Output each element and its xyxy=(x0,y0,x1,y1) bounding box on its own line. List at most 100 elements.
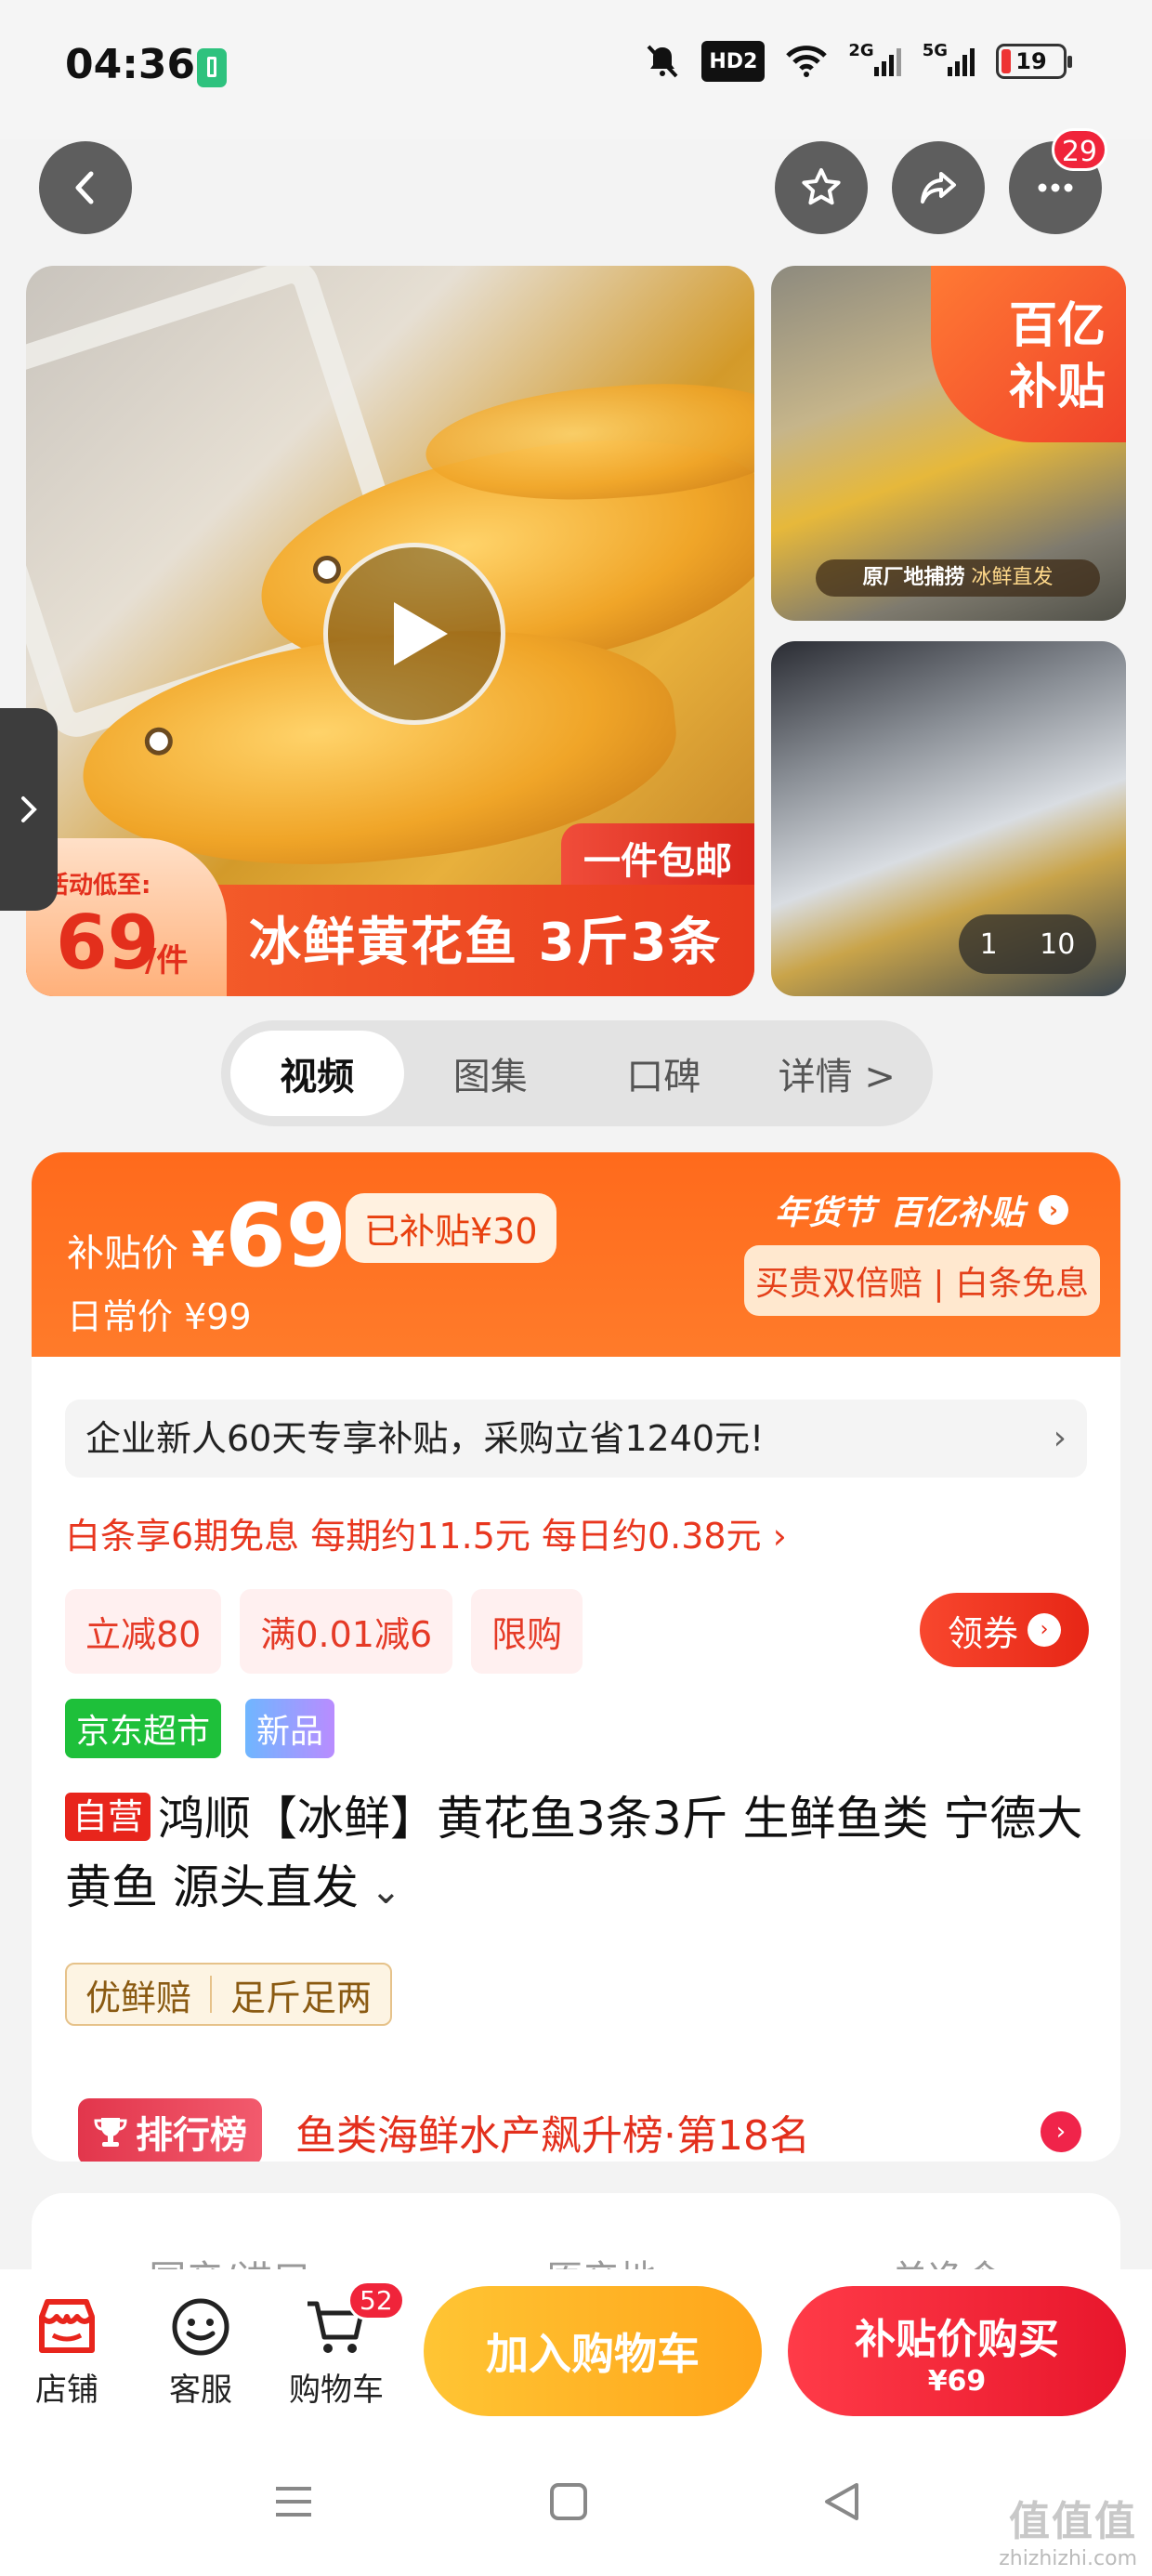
tab-details[interactable]: 详情 > xyxy=(751,1031,924,1116)
promo-chip[interactable]: 立减80 xyxy=(65,1589,222,1674)
store-icon xyxy=(39,2299,95,2353)
buy-price: ¥69 xyxy=(927,2364,987,2398)
promo-brand[interactable]: 年货节 百亿补贴 › xyxy=(775,1186,1068,1234)
recents-button[interactable] xyxy=(266,2474,321,2530)
add-to-cart-button[interactable]: 加入购物车 xyxy=(424,2286,762,2416)
share-button[interactable] xyxy=(892,141,985,234)
price-label: 补贴价 xyxy=(67,1232,178,1275)
supermarket-tag: 京东超市 xyxy=(65,1699,222,1758)
gallery-counter: 1 10 xyxy=(959,914,1096,974)
free-shipping-label: 一件包邮 xyxy=(561,823,754,892)
coupon-label: 领券 xyxy=(947,1612,1018,1654)
low-price-label: 活动低至: xyxy=(45,872,151,900)
price-value: 69 xyxy=(225,1186,347,1287)
guarantee-fresh: 优鲜赔 xyxy=(85,1977,192,2018)
daily-price: 日常价 ¥99 xyxy=(67,1296,252,1337)
caption-bold: 原厂地捕捞 xyxy=(862,566,965,589)
guarantee-weight: 足斤足两 xyxy=(230,1977,373,2018)
signal-2g-label: 2G xyxy=(848,41,874,60)
low-price-unit: /件 xyxy=(145,942,189,979)
price-guarantee-pill: 买贵双倍赔 | 白条免息 xyxy=(743,1245,1100,1316)
chevron-right-icon xyxy=(21,796,37,822)
share-icon xyxy=(921,172,956,204)
play-icon xyxy=(394,602,448,665)
hd-voice-icon: HD2 xyxy=(701,41,766,82)
system-navigation-bar: 值值值 zhizhizhi.com xyxy=(0,2427,1152,2576)
get-coupon-button[interactable]: 领券 › xyxy=(920,1593,1089,1667)
chevron-right-icon: › xyxy=(1053,1419,1067,1457)
media-tab-bar: 视频 图集 口碑 详情 > xyxy=(221,1020,933,1126)
more-dots-icon xyxy=(1038,183,1073,192)
message-count-badge: 29 xyxy=(1051,128,1107,171)
watermark-domain: zhizhizhi.com xyxy=(999,2547,1137,2570)
signal-5g-label: 5G xyxy=(922,41,948,60)
service-guarantees[interactable]: 优鲜赔 足斤足两 xyxy=(65,1963,393,2026)
new-customer-notice[interactable]: 企业新人60天专享补贴，采购立省1240元! › xyxy=(65,1400,1087,1478)
price-currency: ¥ xyxy=(191,1222,226,1278)
festival-label: 年货节 xyxy=(774,1194,875,1232)
mute-bell-icon xyxy=(644,41,681,82)
self-operated-tag: 自营 xyxy=(65,1793,151,1841)
back-nav-button[interactable] xyxy=(814,2474,870,2530)
signal-2g-icon: 2G xyxy=(848,41,901,82)
price-card: 补贴价 ¥ 69 已补贴¥30 日常价 ¥99 年货节 百亿补贴 › 买贵双倍赔… xyxy=(32,1152,1120,2162)
store-label: 店铺 xyxy=(35,2372,98,2409)
tab-reviews[interactable]: 口碑 xyxy=(577,1031,751,1116)
notice-text: 企业新人60天专享补贴，采购立省1240元! xyxy=(85,1418,765,1459)
ribbon-line-1: 百亿 xyxy=(1008,298,1106,354)
chevron-right-icon: › xyxy=(1041,2111,1081,2152)
program-label: 百亿补贴 xyxy=(889,1194,1024,1232)
tab-gallery[interactable]: 图集 xyxy=(404,1031,578,1116)
watermark: 值值值 zhizhizhi.com xyxy=(999,2488,1137,2570)
ranking-badge: 排行榜 xyxy=(78,2098,262,2162)
home-square-icon xyxy=(550,2483,587,2520)
favorite-button[interactable] xyxy=(775,141,868,234)
chevron-circle-icon: › xyxy=(1028,1613,1061,1647)
bottom-action-bar: 店铺 客服 52 购物车 加入购物车 补贴价购买 ¥69 xyxy=(0,2269,1152,2427)
signal-5g-icon: 5G xyxy=(923,41,975,82)
chevron-circle-icon: › xyxy=(1039,1195,1068,1225)
service-label: 客服 xyxy=(169,2372,232,2409)
home-button[interactable] xyxy=(541,2474,596,2530)
ranking-label: 排行榜 xyxy=(136,2114,247,2157)
star-icon xyxy=(802,168,841,205)
caption-rest: 冰鲜直发 xyxy=(971,566,1054,589)
gallery-thumbnail[interactable]: 1 10 xyxy=(771,641,1126,996)
promo-chip[interactable]: 满0.01减6 xyxy=(240,1589,453,1674)
chat-face-icon xyxy=(172,2298,229,2356)
back-triangle-icon xyxy=(825,2483,858,2520)
gallery-thumbnail[interactable]: 百亿 补贴 原厂地捕捞 冰鲜直发 xyxy=(771,266,1126,621)
ribbon-line-2: 补贴 xyxy=(1008,360,1106,415)
ranking-row[interactable]: 排行榜 鱼类海鲜水产飙升榜·第18名 › xyxy=(78,2095,1081,2162)
main-product-video[interactable]: 一件包邮 冰鲜黄花鱼 3斤3条 活动低至: 69 /件 xyxy=(26,266,754,996)
cart-count-badge: 52 xyxy=(347,2280,405,2320)
store-tags: 京东超市 新品 xyxy=(65,1699,335,1758)
thumbnail-caption: 原厂地捕捞 冰鲜直发 xyxy=(816,559,1100,597)
subsidy-ribbon: 百亿 补贴 xyxy=(931,266,1126,442)
product-title[interactable]: 自营 鸿顺【冰鲜】黄花鱼3条3斤 生鲜鱼类 宁德大黄鱼 源头直发 ⌄ xyxy=(65,1784,1087,1925)
status-icons: HD2 2G 5G 19 xyxy=(644,41,1072,82)
cart-label: 购物车 xyxy=(289,2372,384,2409)
back-button[interactable] xyxy=(39,141,132,234)
battery-saver-icon xyxy=(197,48,227,87)
more-button[interactable]: 29 xyxy=(1009,128,1107,234)
chevron-down-icon[interactable]: ⌄ xyxy=(359,1870,402,1912)
new-product-tag: 新品 xyxy=(245,1699,335,1758)
buy-now-button[interactable]: 补贴价购买 ¥69 xyxy=(788,2286,1126,2416)
wifi-icon xyxy=(785,41,828,82)
low-price-value: 69 xyxy=(56,900,160,986)
status-bar: 04:36 HD2 2G 5G 19 xyxy=(0,0,1152,139)
customer-service-button[interactable]: 客服 xyxy=(145,2290,256,2410)
watermark-brand: 值值值 xyxy=(1009,2498,1137,2545)
side-drawer-handle[interactable] xyxy=(0,708,58,911)
promo-chip[interactable]: 限购 xyxy=(471,1589,583,1674)
cart-button[interactable]: 52 购物车 xyxy=(281,2280,405,2410)
store-button[interactable]: 店铺 xyxy=(11,2290,123,2410)
banner-title: 冰鲜黄花鱼 3斤3条 xyxy=(249,913,723,973)
ranking-text: 鱼类海鲜水产飙升榜·第18名 xyxy=(295,2112,810,2160)
play-video-button[interactable] xyxy=(323,543,505,725)
chevron-left-icon xyxy=(75,171,94,204)
installment-info[interactable]: 白条享6期免息 每期约11.5元 每日约0.38元 › xyxy=(65,1507,787,1558)
counter-total: 10 xyxy=(1040,927,1076,961)
tab-video[interactable]: 视频 xyxy=(230,1031,404,1116)
